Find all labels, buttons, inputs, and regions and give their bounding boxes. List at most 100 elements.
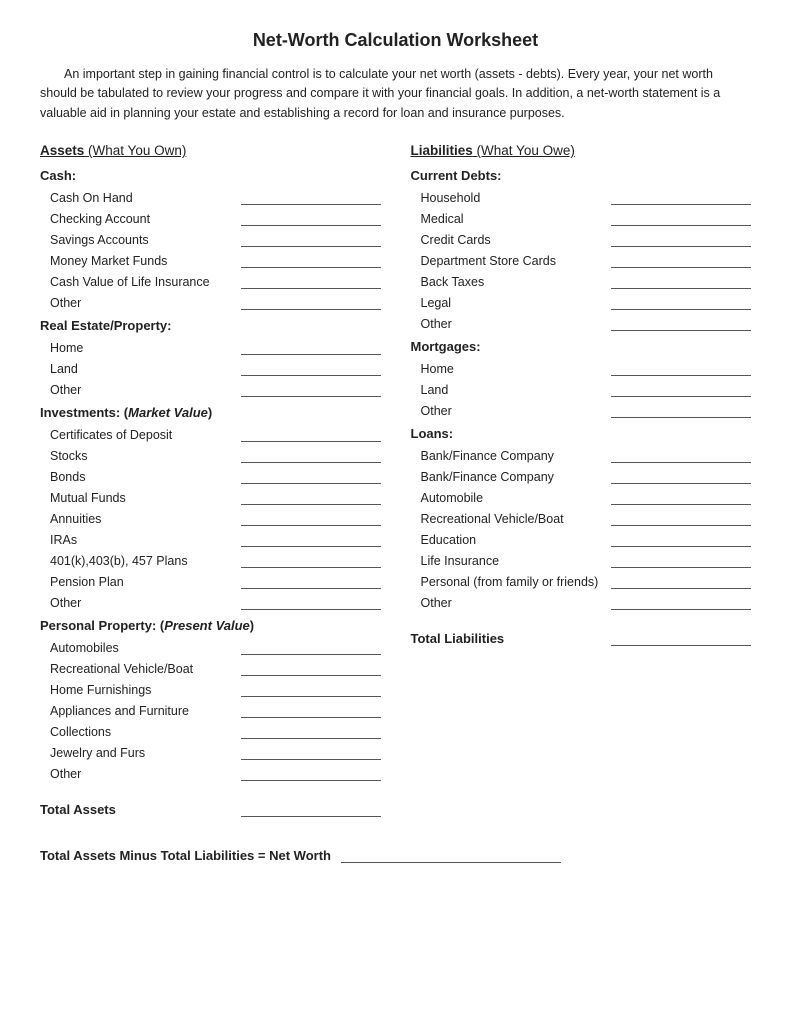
- pension-plan-input[interactable]: [241, 571, 381, 589]
- liabilities-heading: Liabilities (What You Owe): [411, 143, 752, 158]
- list-item: Cash Value of Life Insurance: [40, 271, 381, 289]
- appliances-furniture-input[interactable]: [241, 700, 381, 718]
- list-item: Automobile: [411, 487, 752, 505]
- money-market-funds-input[interactable]: [241, 250, 381, 268]
- cash-on-hand-input[interactable]: [241, 187, 381, 205]
- list-item: Money Market Funds: [40, 250, 381, 268]
- list-item: Cash On Hand: [40, 187, 381, 205]
- current-debts-heading: Current Debts:: [411, 168, 752, 183]
- list-item: Legal: [411, 292, 752, 310]
- back-taxes-input[interactable]: [611, 271, 751, 289]
- personal-property-other-input[interactable]: [241, 763, 381, 781]
- intro-text: An important step in gaining financial c…: [40, 65, 751, 123]
- list-item: Savings Accounts: [40, 229, 381, 247]
- automobiles-input[interactable]: [241, 637, 381, 655]
- list-item: Land: [411, 379, 752, 397]
- total-assets-row: Total Assets: [40, 799, 381, 817]
- list-item: Other: [40, 292, 381, 310]
- list-item: Mutual Funds: [40, 487, 381, 505]
- education-loan-input[interactable]: [611, 529, 751, 547]
- list-item: Land: [40, 358, 381, 376]
- jewelry-furs-input[interactable]: [241, 742, 381, 760]
- list-item: Appliances and Furniture: [40, 700, 381, 718]
- list-item: Other: [411, 313, 752, 331]
- net-worth-input[interactable]: [341, 845, 561, 863]
- list-item: Other: [40, 592, 381, 610]
- automobile-loan-input[interactable]: [611, 487, 751, 505]
- list-item: Home: [411, 358, 752, 376]
- list-item: Household: [411, 187, 752, 205]
- total-assets-input[interactable]: [241, 799, 381, 817]
- mortgage-home-input[interactable]: [611, 358, 751, 376]
- list-item: Automobiles: [40, 637, 381, 655]
- recreational-vehicle-boat-assets-input[interactable]: [241, 658, 381, 676]
- realestate-home-input[interactable]: [241, 337, 381, 355]
- personal-loan-input[interactable]: [611, 571, 751, 589]
- list-item: Personal (from family or friends): [411, 571, 752, 589]
- collections-input[interactable]: [241, 721, 381, 739]
- list-item: Home: [40, 337, 381, 355]
- mortgages-heading: Mortgages:: [411, 339, 752, 354]
- iras-input[interactable]: [241, 529, 381, 547]
- list-item: Bonds: [40, 466, 381, 484]
- list-item: Life Insurance: [411, 550, 752, 568]
- assets-personal-property-heading: Personal Property: (Present Value): [40, 618, 381, 633]
- retirement-plans-input[interactable]: [241, 550, 381, 568]
- recreational-vehicle-boat-liabilities-input[interactable]: [611, 508, 751, 526]
- home-furnishings-input[interactable]: [241, 679, 381, 697]
- stocks-input[interactable]: [241, 445, 381, 463]
- legal-input[interactable]: [611, 292, 751, 310]
- life-insurance-loan-input[interactable]: [611, 550, 751, 568]
- loans-other-input[interactable]: [611, 592, 751, 610]
- savings-accounts-input[interactable]: [241, 229, 381, 247]
- household-input[interactable]: [611, 187, 751, 205]
- list-item: Checking Account: [40, 208, 381, 226]
- list-item: Other: [40, 763, 381, 781]
- mutual-funds-input[interactable]: [241, 487, 381, 505]
- certificates-deposit-input[interactable]: [241, 424, 381, 442]
- list-item: Home Furnishings: [40, 679, 381, 697]
- net-worth-label: Total Assets Minus Total Liabilities = N…: [40, 848, 331, 863]
- list-item: Back Taxes: [411, 271, 752, 289]
- list-item: Department Store Cards: [411, 250, 752, 268]
- realestate-other-input[interactable]: [241, 379, 381, 397]
- list-item: Recreational Vehicle/Boat: [411, 508, 752, 526]
- assets-realestate-heading: Real Estate/Property:: [40, 318, 381, 333]
- medical-input[interactable]: [611, 208, 751, 226]
- total-liabilities-input[interactable]: [611, 628, 751, 646]
- list-item: Medical: [411, 208, 752, 226]
- total-liabilities-label: Total Liabilities: [411, 631, 505, 646]
- department-store-cards-input[interactable]: [611, 250, 751, 268]
- cash-other-input[interactable]: [241, 292, 381, 310]
- bank-finance-2-input[interactable]: [611, 466, 751, 484]
- list-item: Certificates of Deposit: [40, 424, 381, 442]
- list-item: Bank/Finance Company: [411, 445, 752, 463]
- list-item: Recreational Vehicle/Boat: [40, 658, 381, 676]
- page-title: Net-Worth Calculation Worksheet: [40, 30, 751, 51]
- list-item: Other: [40, 379, 381, 397]
- bonds-input[interactable]: [241, 466, 381, 484]
- net-worth-row: Total Assets Minus Total Liabilities = N…: [40, 845, 751, 863]
- assets-column: Assets (What You Own) Cash: Cash On Hand…: [40, 143, 381, 817]
- assets-investments-heading: Investments: (Market Value): [40, 405, 381, 420]
- assets-cash-heading: Cash:: [40, 168, 381, 183]
- mortgage-land-input[interactable]: [611, 379, 751, 397]
- current-debts-other-input[interactable]: [611, 313, 751, 331]
- credit-cards-input[interactable]: [611, 229, 751, 247]
- checking-account-input[interactable]: [241, 208, 381, 226]
- loans-heading: Loans:: [411, 426, 752, 441]
- list-item: Credit Cards: [411, 229, 752, 247]
- list-item: Annuities: [40, 508, 381, 526]
- list-item: 401(k),403(b), 457 Plans: [40, 550, 381, 568]
- list-item: Bank/Finance Company: [411, 466, 752, 484]
- bank-finance-1-input[interactable]: [611, 445, 751, 463]
- cash-value-life-insurance-input[interactable]: [241, 271, 381, 289]
- list-item: Other: [411, 592, 752, 610]
- mortgage-other-input[interactable]: [611, 400, 751, 418]
- annuities-input[interactable]: [241, 508, 381, 526]
- total-liabilities-row: Total Liabilities: [411, 628, 752, 646]
- realestate-land-input[interactable]: [241, 358, 381, 376]
- investments-other-input[interactable]: [241, 592, 381, 610]
- list-item: Stocks: [40, 445, 381, 463]
- liabilities-column: Liabilities (What You Owe) Current Debts…: [411, 143, 752, 646]
